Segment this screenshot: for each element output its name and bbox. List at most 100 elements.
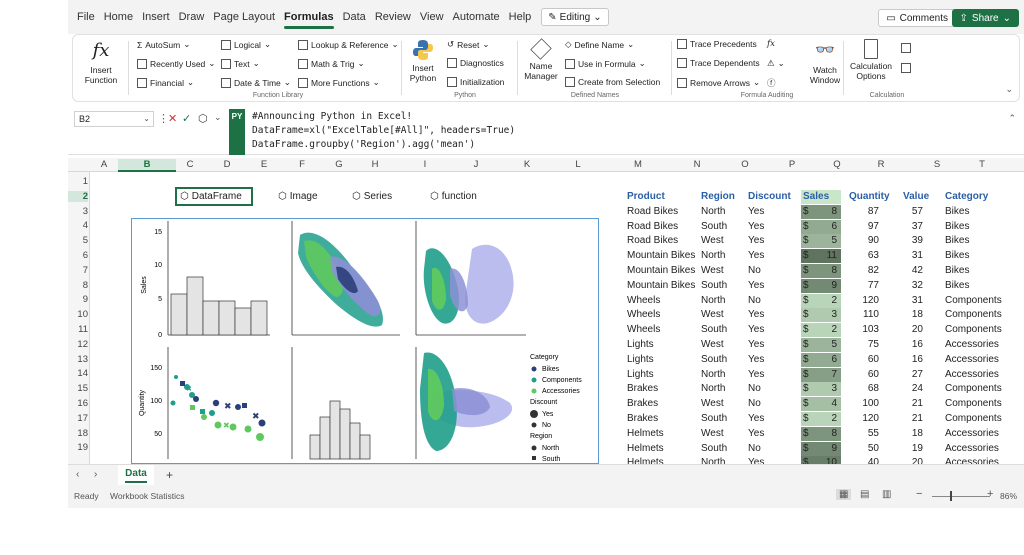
column-header-l[interactable]: L [554,159,602,170]
row-header-7[interactable]: 7 [68,265,88,276]
table-cell[interactable]: Bikes [945,206,969,217]
column-header-d[interactable]: D [204,159,250,170]
table-cell[interactable]: Accessories [945,443,999,454]
menu-formulas[interactable]: Formulas [284,9,334,29]
diagnostics-button[interactable]: Diagnostics [447,58,504,68]
table-cell[interactable]: South [701,324,727,335]
cell-h2[interactable]: ⬡ function [430,189,477,204]
row-header-12[interactable]: 12 [68,339,88,350]
table-cell[interactable]: Accessories [945,428,999,439]
workbook-statistics-button[interactable]: Workbook Statistics [110,491,184,501]
table-cell[interactable]: North [701,295,725,306]
table-cell[interactable]: Road Bikes [627,235,678,246]
table-cell[interactable]: 120 [849,413,879,424]
share-button[interactable]: ⇪ Share ⌄ [951,9,1019,27]
trace-precedents-button[interactable]: Trace Precedents [677,39,757,49]
table-cell[interactable]: 40 [849,457,879,464]
more-functions-button[interactable]: More Functions ⌄ [298,77,380,88]
menu-file[interactable]: File [77,9,95,25]
table-cell[interactable]: No [748,295,761,306]
show-formulas-button[interactable]: fx [767,39,775,49]
table-cell[interactable]: Yes [748,413,764,424]
column-header-k[interactable]: K [500,159,554,170]
table-cell[interactable]: 16 [903,354,923,365]
table-cell[interactable]: 75 [849,339,879,350]
table-cell[interactable]: 68 [849,383,879,394]
page-layout-view-icon[interactable]: ▤ [860,489,869,500]
row-header-11[interactable]: 11 [68,324,88,335]
table-cell[interactable]: 82 [849,265,879,276]
table-cell[interactable]: Accessories [945,457,999,464]
math-trig-button[interactable]: Math & Trig ⌄ [298,58,365,69]
table-cell[interactable]: 21 [903,413,923,424]
menu-home[interactable]: Home [104,9,133,25]
table-cell[interactable]: Wheels [627,324,660,335]
table-cell[interactable]: 21 [903,398,923,409]
table-cell[interactable]: 110 [849,309,879,320]
table-cell[interactable]: 11 [815,250,837,261]
cell-b2[interactable]: ⬡ DataFrame [175,187,253,206]
table-cell[interactable]: 2 [815,324,837,335]
table-cell[interactable]: North [701,206,725,217]
error-checking-button[interactable]: ⚠ ⌄ [767,58,785,69]
table-cell[interactable]: Yes [748,250,764,261]
table-header-cell[interactable]: Quantity [849,191,890,202]
table-cell[interactable]: 6 [815,221,837,232]
insert-python-button[interactable]: Insert Python [405,39,441,83]
table-cell[interactable]: Yes [748,457,764,464]
text-button[interactable]: Text ⌄ [221,58,260,69]
row-header-2[interactable]: 2 [68,190,88,202]
row-header-9[interactable]: 9 [68,294,88,305]
row-header-8[interactable]: 8 [68,280,88,291]
table-cell[interactable]: 3 [815,383,837,394]
table-cell[interactable]: Helmets [627,443,664,454]
table-cell[interactable]: 50 [849,443,879,454]
table-cell[interactable]: Yes [748,428,764,439]
initialization-button[interactable]: Initialization [447,77,504,87]
menu-review[interactable]: Review [375,9,411,25]
menu-data[interactable]: Data [343,9,366,25]
table-cell[interactable]: 60 [849,369,879,380]
table-cell[interactable]: Mountain Bikes [627,265,695,276]
add-sheet-button[interactable]: + [166,468,173,482]
table-cell[interactable]: 42 [903,265,923,276]
column-header-n[interactable]: N [674,159,720,170]
table-cell[interactable]: Helmets [627,428,664,439]
table-cell[interactable]: Accessories [945,339,999,350]
table-cell[interactable]: Helmets [627,457,664,464]
chevron-left-icon[interactable]: ‹ [76,469,79,480]
table-cell[interactable]: Yes [748,369,764,380]
table-cell[interactable]: 4 [815,398,837,409]
editing-mode-button[interactable]: ✎ Editing ⌄ [541,8,609,26]
column-header-i[interactable]: I [398,159,452,170]
table-cell[interactable]: 6 [815,354,837,365]
financial-button[interactable]: Financial ⌄ [137,77,194,88]
table-cell[interactable]: South [701,354,727,365]
table-cell[interactable]: 31 [903,295,923,306]
trace-dependents-button[interactable]: Trace Dependents [677,58,760,68]
table-cell[interactable]: 97 [849,221,879,232]
table-cell[interactable]: 32 [903,280,923,291]
table-cell[interactable]: Road Bikes [627,206,678,217]
column-header-t[interactable]: T [972,159,992,170]
table-header-cell[interactable]: Discount [748,191,791,202]
table-cell[interactable]: Brakes [627,398,658,409]
column-header-q[interactable]: Q [814,159,860,170]
chevron-right-icon[interactable]: › [94,469,97,480]
table-cell[interactable]: No [748,265,761,276]
table-cell[interactable]: 7 [815,369,837,380]
table-cell[interactable]: South [701,443,727,454]
table-cell[interactable]: West [701,398,724,409]
table-cell[interactable]: Bikes [945,250,969,261]
table-cell[interactable]: 77 [849,280,879,291]
table-cell[interactable]: 57 [903,206,923,217]
cell-f2[interactable]: ⬡ Series [352,189,392,204]
row-header-3[interactable]: 3 [68,206,88,217]
table-cell[interactable]: West [701,265,724,276]
table-cell[interactable]: 3 [815,309,837,320]
column-header-m[interactable]: M [602,159,674,170]
chevron-down-icon[interactable]: ⌄ [214,112,222,123]
column-header-e[interactable]: E [250,159,278,170]
table-cell[interactable]: North [701,369,725,380]
table-cell[interactable]: Components [945,324,1002,335]
